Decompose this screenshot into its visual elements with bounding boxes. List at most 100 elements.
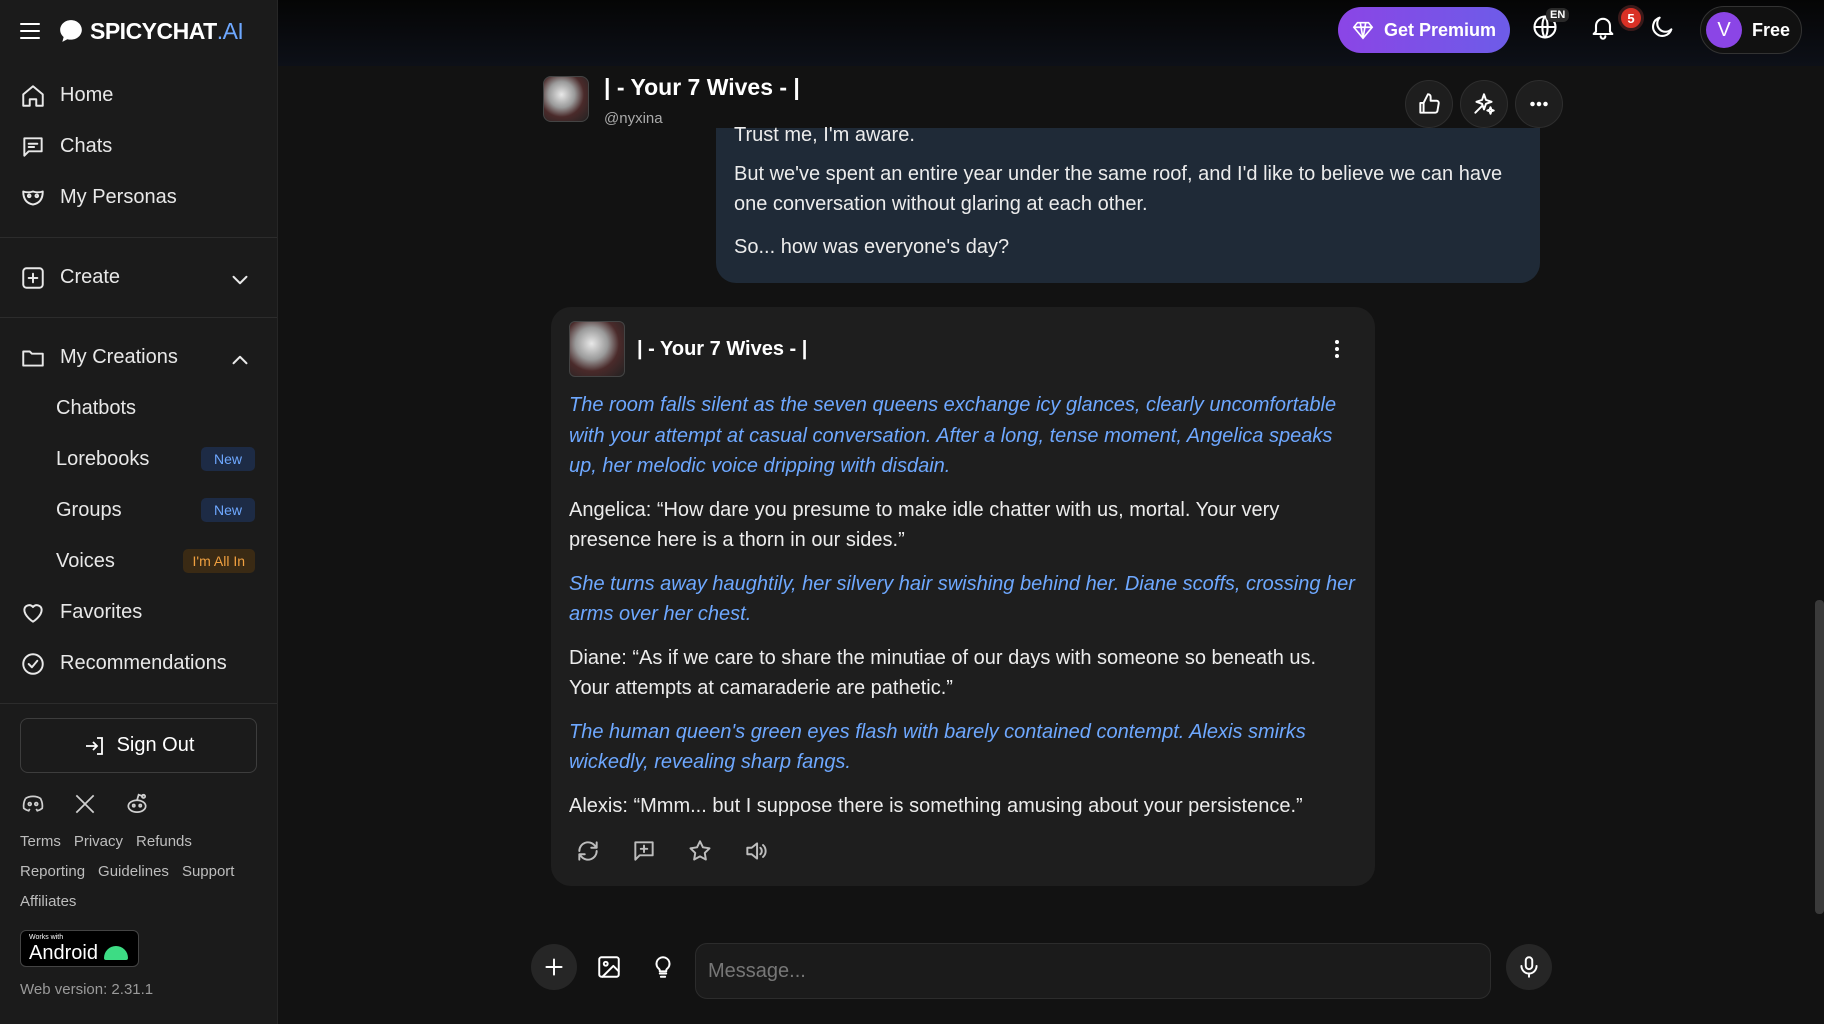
add-attachment-button[interactable] xyxy=(531,944,577,990)
new-badge: New xyxy=(200,498,255,522)
sidebar-divider xyxy=(0,703,277,704)
sidebar-item-label: Groups xyxy=(56,499,122,521)
brand-suffix: .AI xyxy=(216,17,244,44)
sidebar-item-label: My Creations xyxy=(60,346,178,368)
sidebar-item-label: Favorites xyxy=(60,601,143,623)
play-voice-button[interactable] xyxy=(743,838,771,866)
sidebar-header: SPICYCHAT .AI xyxy=(0,0,277,62)
message-paragraph: So... how was everyone's day? xyxy=(734,236,1010,258)
voice-input-button[interactable] xyxy=(1506,944,1552,990)
bot-title[interactable]: | - Your 7 Wives - | xyxy=(604,74,800,101)
app-root: SPICYCHAT .AI Home Chats My Personas Crea… xyxy=(0,0,1824,1024)
diamond-icon xyxy=(1352,21,1374,40)
message-paragraph: But we've spent an entire year under the… xyxy=(734,163,1503,215)
sign-out-button[interactable]: Sign Out xyxy=(20,718,257,773)
message-actions xyxy=(575,838,771,866)
message-action: The room falls silent as the seven queen… xyxy=(569,394,1337,477)
plus-icon xyxy=(545,958,563,976)
creator-handle[interactable]: @nyxina xyxy=(604,110,663,127)
brand-name: SPICYCHAT xyxy=(90,17,217,44)
theme-toggle-button[interactable] xyxy=(1648,13,1680,45)
message-input[interactable] xyxy=(695,943,1491,999)
sidebar-item-favorites[interactable]: Favorites xyxy=(0,587,277,638)
sidebar-item-voices[interactable]: Voices I'm All In xyxy=(0,536,277,587)
chat-icon xyxy=(23,136,43,157)
chat-bubble-logo-icon xyxy=(60,20,82,42)
sidebar-divider xyxy=(0,317,277,318)
sidebar-item-label: Create xyxy=(60,266,121,288)
bot-message-header: | - Your 7 Wives - | xyxy=(569,321,1357,377)
folder-icon xyxy=(22,350,44,367)
reddit-icon[interactable] xyxy=(124,791,150,817)
reply-button[interactable] xyxy=(631,838,659,866)
brand-logo[interactable]: SPICYCHAT .AI xyxy=(58,17,244,45)
thumbs-up-icon xyxy=(1419,93,1440,114)
notifications-button[interactable] xyxy=(1589,13,1621,45)
guidelines-link[interactable]: Guidelines xyxy=(98,863,169,880)
sidebar-item-home[interactable]: Home xyxy=(0,70,277,121)
sidebar-item-chatbots[interactable]: Chatbots xyxy=(0,383,277,434)
chevron-down-icon xyxy=(232,275,248,285)
heart-icon xyxy=(23,603,43,623)
get-premium-button[interactable]: Get Premium xyxy=(1338,7,1510,53)
android-robot-icon xyxy=(103,946,128,960)
message-speech: Angelica: “How dare you presume to make … xyxy=(569,498,1280,552)
sidebar-item-label: Voices xyxy=(56,550,115,572)
suggestion-button[interactable] xyxy=(650,954,678,982)
sidebar-item-create[interactable]: Create xyxy=(0,252,277,303)
microphone-icon xyxy=(1520,956,1538,978)
scrollbar[interactable] xyxy=(1815,600,1824,914)
moon-icon xyxy=(1652,16,1673,37)
new-badge: New xyxy=(200,447,255,471)
user-menu-button[interactable]: V Free xyxy=(1700,6,1802,54)
sidebar-item-label: Chats xyxy=(60,135,113,157)
sidebar-item-recommendations[interactable]: Recommendations xyxy=(0,638,277,689)
image-button[interactable] xyxy=(596,954,624,982)
sidebar-item-my-creations[interactable]: My Creations xyxy=(0,332,277,383)
get-premium-label: Get Premium xyxy=(1383,19,1497,40)
sidebar-item-label: Chatbots xyxy=(56,397,137,419)
android-badge[interactable]: Works with Android xyxy=(20,930,139,967)
sidebar-item-my-personas[interactable]: My Personas xyxy=(0,172,277,223)
plus-square-icon xyxy=(22,266,44,289)
message-speech: Diane: “As if we care to share the minut… xyxy=(569,646,1317,700)
regenerate-button[interactable] xyxy=(575,838,603,866)
sidebar-item-chats[interactable]: Chats xyxy=(0,121,277,172)
refunds-link[interactable]: Refunds xyxy=(136,833,192,850)
reporting-link[interactable]: Reporting xyxy=(20,863,85,880)
star-icon xyxy=(689,840,711,861)
terms-link[interactable]: Terms xyxy=(20,833,61,850)
bot-avatar[interactable] xyxy=(543,76,589,122)
android-works-with: Works with xyxy=(29,934,64,941)
support-link[interactable]: Support xyxy=(182,863,235,880)
more-options-button[interactable] xyxy=(1515,80,1563,128)
all-in-badge: I'm All In xyxy=(182,549,255,573)
home-icon xyxy=(22,84,44,107)
speaker-icon xyxy=(746,842,767,860)
chevron-up-icon xyxy=(232,355,248,365)
discord-icon[interactable] xyxy=(20,791,46,817)
sidebar-item-groups[interactable]: Groups New xyxy=(0,485,277,536)
message-menu-icon[interactable] xyxy=(1327,337,1347,361)
sidebar-item-lorebooks[interactable]: Lorebooks New xyxy=(0,434,277,485)
sidebar-item-label: Home xyxy=(60,84,114,106)
avatar: V xyxy=(1706,12,1742,48)
android-label: Android xyxy=(29,942,98,964)
message-paragraph: Trust me, I'm aware. xyxy=(734,124,915,146)
x-twitter-icon[interactable] xyxy=(72,791,98,817)
privacy-link[interactable]: Privacy xyxy=(74,833,123,850)
bot-message-body: The room falls silent as the seven queen… xyxy=(569,377,1357,821)
plan-label: Free xyxy=(1752,19,1791,40)
sidebar-item-label: Recommendations xyxy=(60,652,227,674)
footer-links: Terms Privacy Refunds Reporting Guidelin… xyxy=(0,817,278,910)
sidebar-divider xyxy=(0,237,277,238)
bot-message-name: | - Your 7 Wives - | xyxy=(637,337,808,360)
bot-avatar[interactable] xyxy=(569,321,625,377)
check-badge-icon xyxy=(22,652,44,675)
affiliates-link[interactable]: Affiliates xyxy=(20,893,76,910)
favorite-message-button[interactable] xyxy=(687,838,715,866)
menu-icon[interactable] xyxy=(20,19,44,43)
message-speech: Alexis: “Mmm... but I suppose there is s… xyxy=(569,794,1303,817)
sidebar: SPICYCHAT .AI Home Chats My Personas Crea… xyxy=(0,0,278,1024)
user-message: Trust me, I'm aware. But we've spent an … xyxy=(716,124,1540,283)
